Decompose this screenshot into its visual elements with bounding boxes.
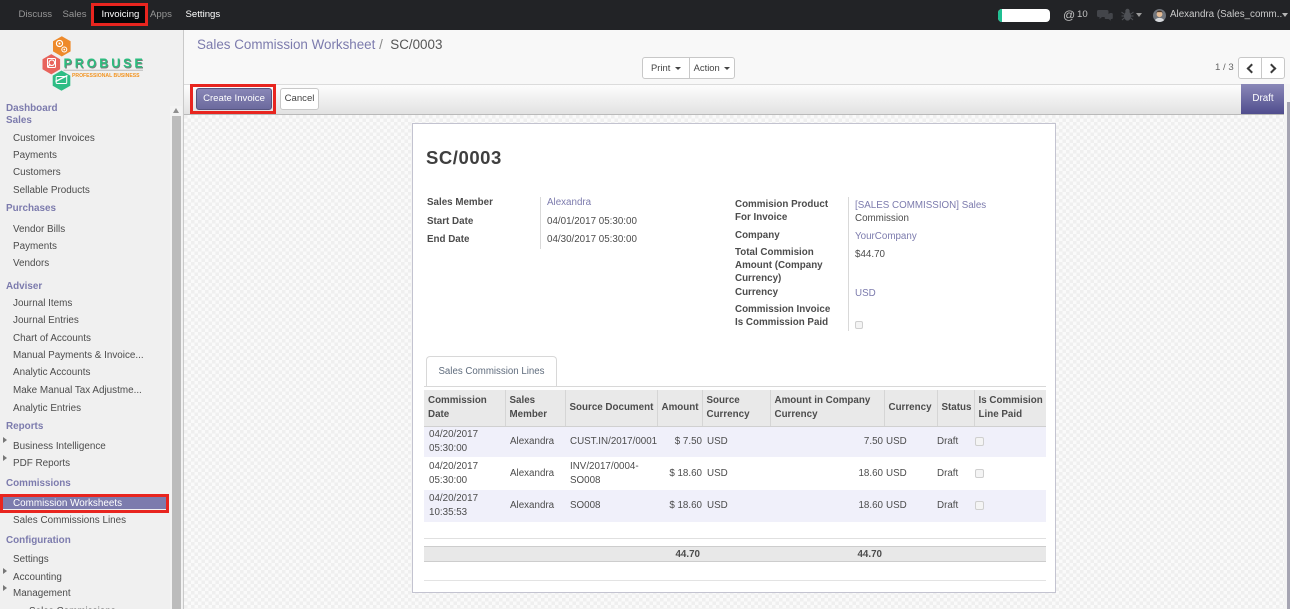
svg-text:PROFESSIONAL BUSINESS: PROFESSIONAL BUSINESS [72,73,140,79]
svg-text:PROBUSE: PROBUSE [64,57,146,71]
